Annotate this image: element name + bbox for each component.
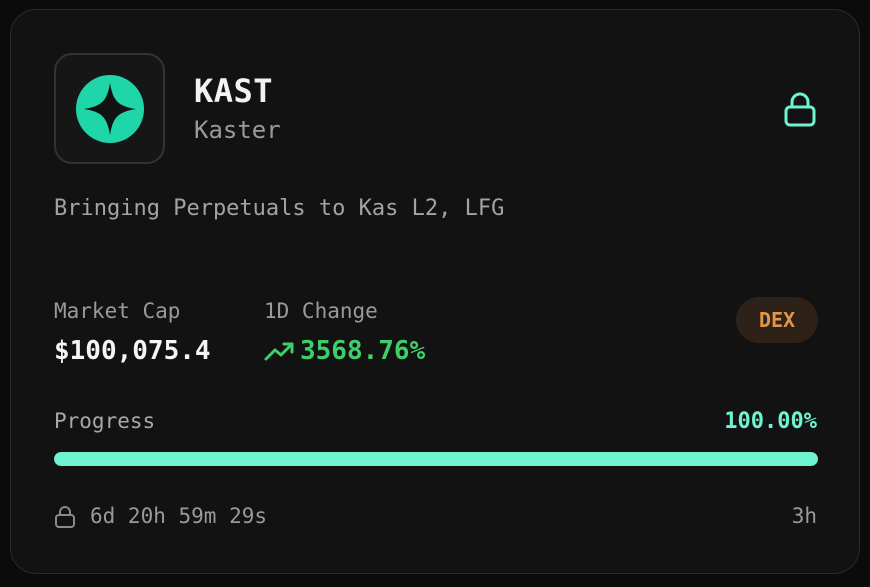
progress-bar	[54, 452, 818, 466]
market-cap-value: $100,075.4	[54, 336, 211, 366]
kaster-logo-icon	[75, 74, 144, 143]
token-logo	[54, 53, 165, 164]
market-cap-label: Market Cap	[54, 299, 181, 323]
lock-icon[interactable]	[783, 92, 817, 128]
lock-icon-small	[54, 505, 76, 529]
change-value: 3568.76%	[300, 336, 426, 366]
trending-up-icon	[264, 342, 294, 361]
token-ticker: KAST	[194, 72, 274, 110]
token-age: 3h	[791, 504, 817, 528]
token-description: Bringing Perpetuals to Kas L2, LFG	[54, 196, 505, 221]
change-value-group: 3568.76%	[264, 336, 425, 366]
token-card[interactable]: KAST Kaster Bringing Perpetuals to Kas L…	[10, 9, 860, 574]
progress-value: 100.00%	[724, 409, 817, 434]
lock-countdown: 6d 20h 59m 29s	[90, 504, 268, 528]
change-label: 1D Change	[264, 299, 378, 323]
progress-label: Progress	[54, 409, 156, 433]
dex-badge: DEX	[736, 297, 818, 343]
token-name: Kaster	[194, 116, 281, 144]
progress-bar-fill	[54, 452, 818, 466]
